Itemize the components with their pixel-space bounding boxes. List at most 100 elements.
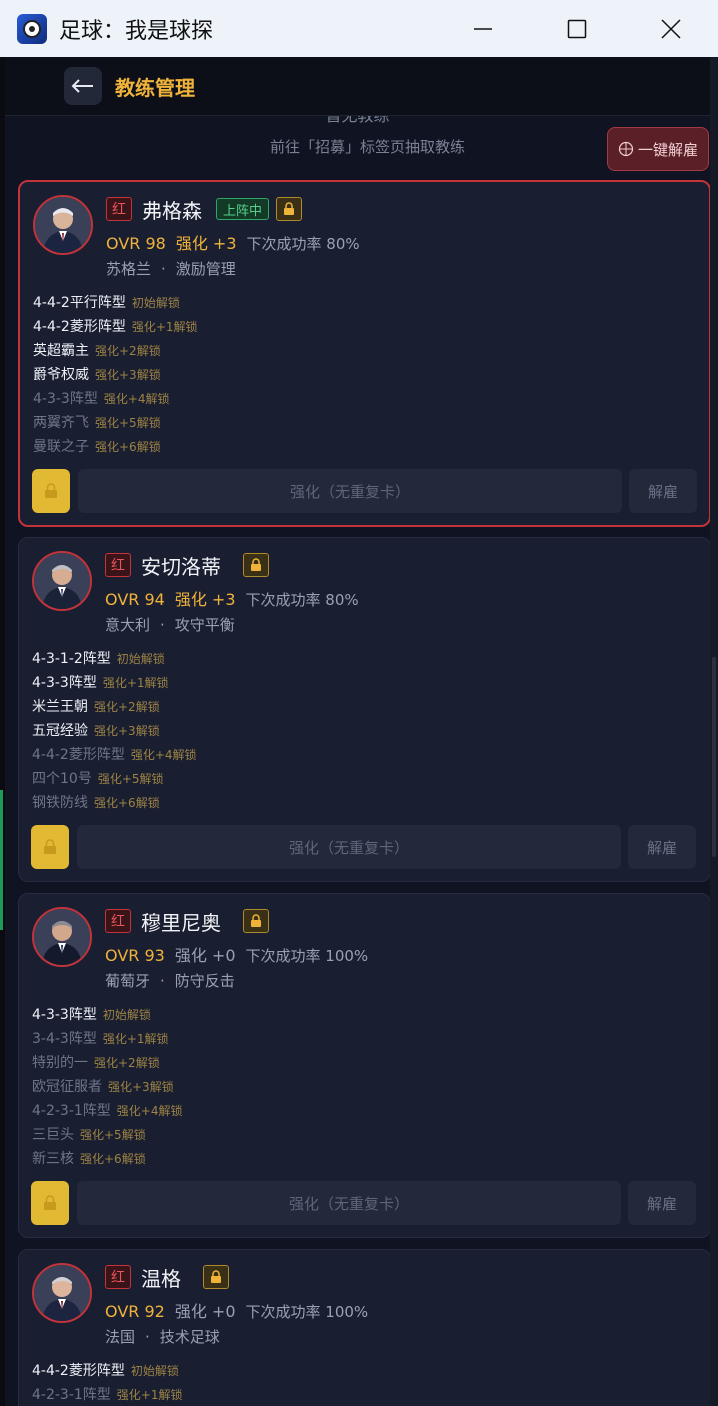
coach-name: 安切洛蒂	[141, 555, 221, 579]
coach-nation: 意大利	[105, 616, 151, 634]
maximize-button[interactable]	[530, 0, 624, 57]
minimize-button[interactable]	[436, 0, 530, 57]
skill-item: 四个10号 强化+5解锁	[32, 766, 197, 790]
coach-avatar	[32, 551, 92, 611]
coach-avatar	[32, 907, 92, 967]
coach-trait: 防守反击	[174, 972, 235, 990]
skill-item: 曼联之子 强化+6解锁	[33, 434, 198, 458]
skill-name: 新三核	[32, 1151, 74, 1167]
skill-unlock: 强化+1解锁	[131, 319, 198, 334]
success-rate: 下次成功率 100%	[245, 1303, 369, 1321]
window-titlebar: 足球：我是球探	[0, 0, 718, 57]
lock-icon	[45, 483, 57, 498]
coach-name: 弗格森	[142, 199, 202, 223]
lock-toggle[interactable]	[243, 553, 269, 577]
skill-item: 4-3-3阵型 初始解锁	[32, 1002, 183, 1026]
skill-unlock: 强化+5解锁	[95, 415, 161, 430]
skill-item: 爵爷权威 强化+3解锁	[33, 362, 198, 386]
skill-name: 4-4-2菱形阵型	[32, 747, 125, 763]
page-title: 教练管理	[115, 75, 195, 100]
enhance-button[interactable]: 强化（无重复卡）	[77, 825, 621, 869]
lock-button[interactable]	[32, 469, 70, 513]
coach-card[interactable]: 红 穆里尼奥 OVR 93 强化 +0 下次成功率 100% 葡萄牙 · 防守反击 4-…	[18, 893, 710, 1238]
skill-item: 4-3-3阵型 强化+4解锁	[33, 386, 198, 410]
fire-all-button[interactable]: 一键解雇	[607, 127, 709, 171]
arrow-left-icon	[71, 79, 93, 93]
skill-unlock: 初始解锁	[130, 1363, 179, 1378]
lock-icon	[44, 839, 56, 854]
skill-unlock: 强化+3解锁	[95, 367, 161, 382]
skill-unlock: 强化+2解锁	[95, 343, 161, 358]
scrollbar[interactable]	[710, 57, 718, 1406]
skill-list: 4-3-3阵型 初始解锁 3-4-3阵型 强化+1解锁 特别的一 强化+2解锁 欧冠征…	[32, 1002, 183, 1170]
ovr-value: OVR 92	[105, 1302, 165, 1321]
skill-name: 3-4-3阵型	[32, 1031, 97, 1047]
lock-button[interactable]	[31, 1181, 69, 1225]
skill-item: 4-4-2菱形阵型 强化+1解锁	[33, 314, 198, 338]
skill-item: 三巨头 强化+5解锁	[32, 1122, 183, 1146]
separator-dot: ·	[160, 972, 165, 990]
separator-dot: ·	[145, 1328, 150, 1346]
fire-button[interactable]: 解雇	[628, 1181, 696, 1225]
enhance-button[interactable]: 强化（无重复卡）	[78, 469, 622, 513]
coach-nation: 葡萄牙	[105, 972, 151, 990]
coach-trait: 激励管理	[175, 260, 236, 278]
rarity-badge: 红	[105, 909, 131, 933]
skill-name: 4-2-3-1阵型	[32, 1387, 111, 1403]
fire-button[interactable]: 解雇	[629, 469, 697, 513]
app-icon	[17, 13, 47, 44]
empty-hint-title: 暂无教练	[5, 116, 710, 126]
skill-item: 4-3-1-2阵型 初始解锁	[32, 646, 197, 670]
skill-item: 新三核 强化+6解锁	[32, 1146, 183, 1170]
scrollbar-thumb[interactable]	[712, 657, 716, 857]
skill-name: 爵爷权威	[33, 367, 89, 383]
skill-name: 4-3-3阵型	[33, 391, 98, 407]
ovr-value: OVR 98	[106, 234, 166, 253]
minimize-icon	[474, 27, 492, 30]
success-rate: 下次成功率 80%	[246, 235, 360, 253]
enhance-level: 强化 +3	[174, 590, 236, 609]
skill-unlock: 强化+5解锁	[80, 1127, 146, 1142]
fire-button[interactable]: 解雇	[628, 825, 696, 869]
success-rate: 下次成功率 100%	[245, 947, 369, 965]
coach-card[interactable]: 红 温格 OVR 92 强化 +0 下次成功率 100% 法国 · 技术足球 4-4-2…	[18, 1249, 710, 1406]
back-button[interactable]	[64, 67, 102, 105]
empty-hint-subtitle: 前往「招募」标签页抽取教练	[269, 138, 465, 156]
lock-toggle[interactable]	[203, 1265, 229, 1289]
fire-all-label: 一键解雇	[637, 140, 698, 159]
lock-toggle[interactable]	[243, 909, 269, 933]
rarity-badge: 红	[105, 1265, 131, 1289]
skill-list: 4-3-1-2阵型 初始解锁 4-3-3阵型 强化+1解锁 米兰王朝 强化+2解锁 五…	[32, 646, 197, 814]
page-header: 教练管理	[5, 57, 710, 115]
skill-name: 4-4-2平行阵型	[33, 295, 126, 311]
skill-item: 英超霸主 强化+2解锁	[33, 338, 198, 362]
maximize-icon	[567, 19, 587, 38]
coach-card[interactable]: 红 弗格森 上阵中 OVR 98 强化 +3 下次成功率 80% 苏格兰 · 激励管理 …	[18, 180, 710, 527]
coach-name: 穆里尼奥	[141, 911, 221, 935]
skill-name: 4-4-2菱形阵型	[32, 1363, 125, 1379]
rarity-badge: 红	[106, 197, 132, 221]
skill-name: 钢铁防线	[32, 795, 88, 811]
basket-icon	[618, 141, 634, 157]
skill-name: 4-2-3-1阵型	[32, 1103, 111, 1119]
lock-button[interactable]	[31, 825, 69, 869]
skill-unlock: 强化+3解锁	[108, 1079, 174, 1094]
side-accent	[0, 790, 3, 930]
skill-unlock: 强化+3解锁	[94, 723, 160, 738]
ovr-value: OVR 93	[105, 946, 165, 965]
skill-item: 五冠经验 强化+3解锁	[32, 718, 197, 742]
skill-name: 五冠经验	[32, 723, 88, 739]
lock-icon	[284, 202, 294, 215]
coach-card[interactable]: 红 安切洛蒂 OVR 94 强化 +3 下次成功率 80% 意大利 · 攻守平衡 4-3…	[18, 537, 710, 882]
close-button[interactable]	[624, 0, 718, 57]
skill-unlock: 强化+4解锁	[103, 391, 170, 406]
skill-name: 4-3-3阵型	[32, 675, 97, 691]
enhance-level: 强化 +0	[174, 946, 236, 965]
enhance-level: 强化 +3	[175, 234, 237, 253]
separator-dot: ·	[161, 260, 166, 278]
skill-unlock: 强化+1解锁	[102, 1031, 169, 1046]
separator-dot: ·	[160, 616, 165, 634]
skill-unlock: 初始解锁	[131, 295, 180, 310]
lock-toggle[interactable]	[276, 197, 302, 221]
enhance-button[interactable]: 强化（无重复卡）	[77, 1181, 621, 1225]
